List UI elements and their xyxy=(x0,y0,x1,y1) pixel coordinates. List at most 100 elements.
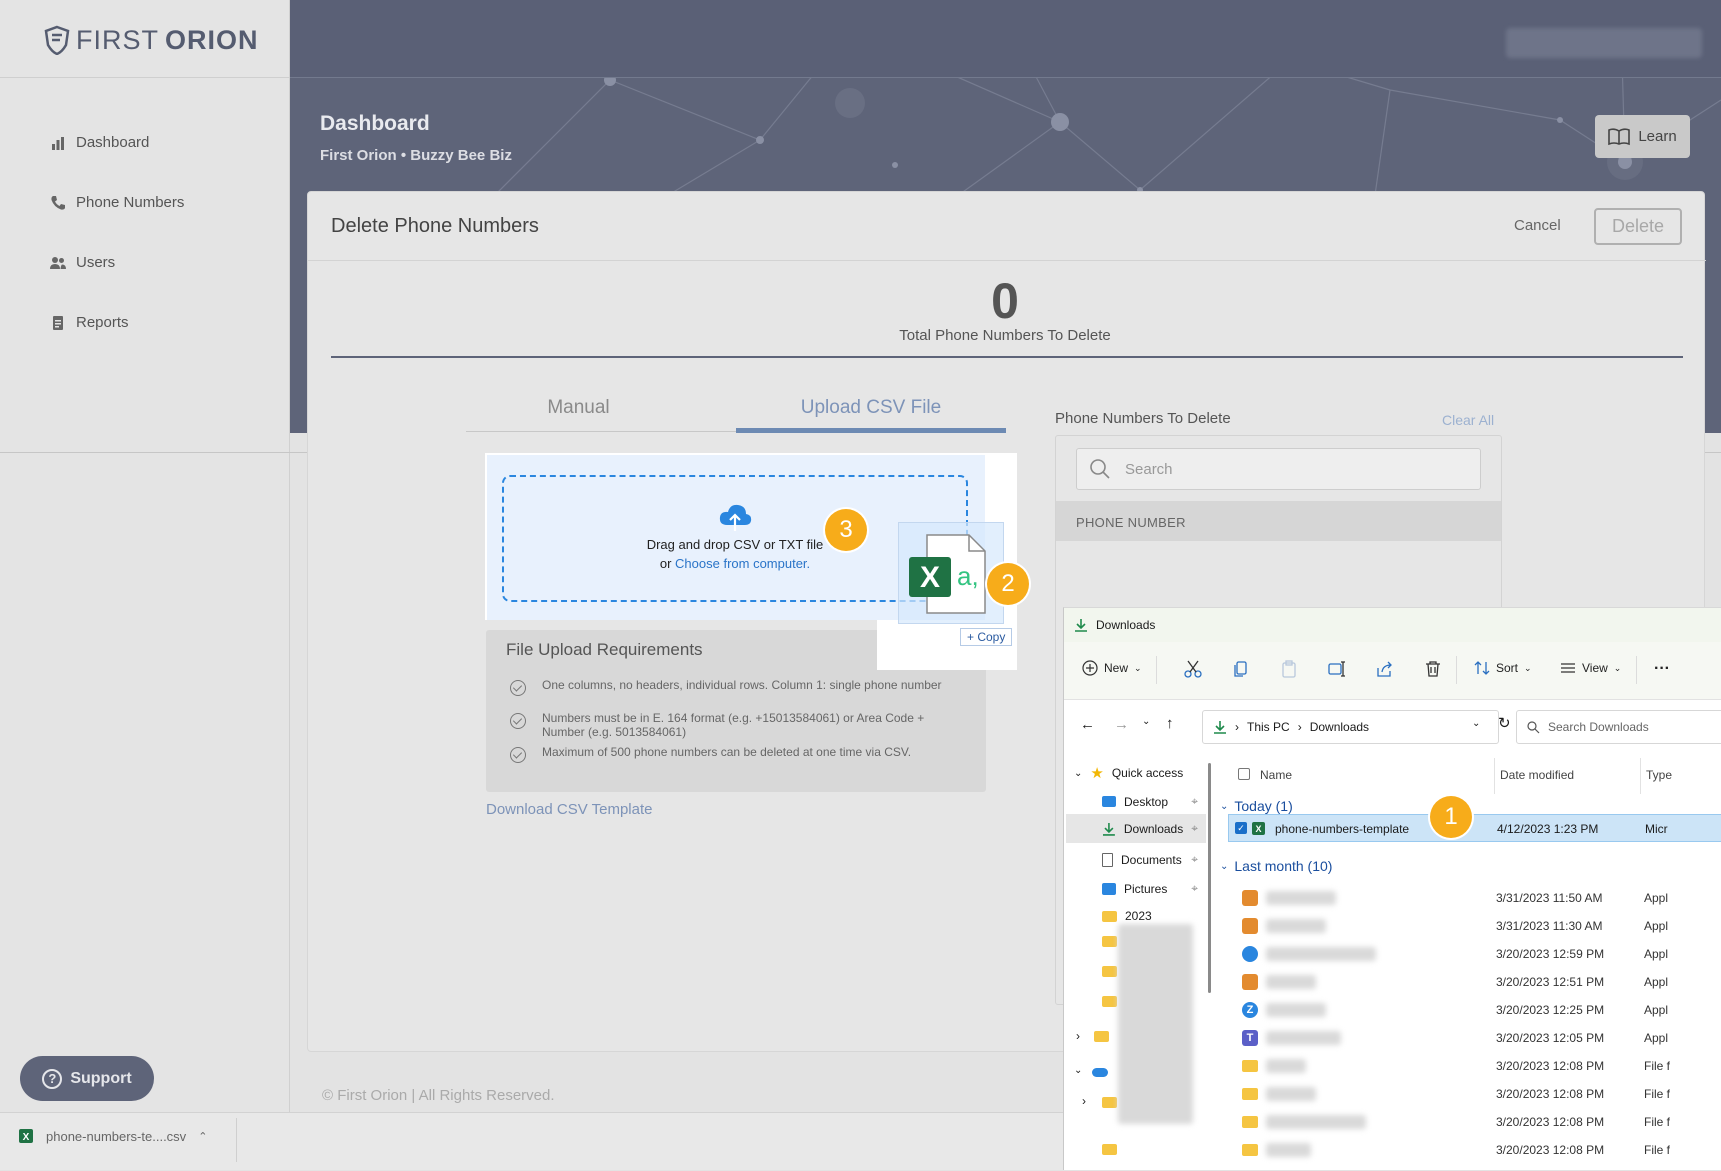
column-header-name[interactable]: Name xyxy=(1260,768,1292,782)
first-orion-logo[interactable]: FIRST ORION xyxy=(44,20,259,60)
paste-icon[interactable] xyxy=(1280,660,1298,678)
new-button[interactable]: New ⌄ xyxy=(1082,660,1142,676)
nav-pictures[interactable]: Pictures ⌖ xyxy=(1102,881,1198,896)
file-row[interactable]: 3/20/2023 12:08 PM File f xyxy=(1214,1136,1721,1164)
file-row[interactable]: 3/20/2023 12:08 PM File f xyxy=(1214,1052,1721,1080)
group-last-month[interactable]: ⌄ Last month (10) xyxy=(1220,858,1332,874)
support-button[interactable]: ? Support xyxy=(20,1056,154,1101)
redacted-filename xyxy=(1266,947,1376,961)
download-filename: phone-numbers-te....csv xyxy=(46,1128,187,1144)
teams-app-icon: T xyxy=(1242,1030,1258,1046)
more-options-button[interactable]: ··· xyxy=(1654,660,1670,678)
top-bar xyxy=(290,0,1721,78)
delete-button[interactable]: Delete xyxy=(1594,208,1682,245)
download-csv-template-link[interactable]: Download CSV Template xyxy=(486,801,652,818)
tab-upload-csv[interactable]: Upload CSV File xyxy=(736,397,1006,419)
folder-icon xyxy=(1242,1088,1258,1100)
search-placeholder: Search Downloads xyxy=(1548,720,1649,734)
choose-from-computer-link[interactable]: Choose from computer. xyxy=(675,556,810,571)
chevron-up-icon[interactable]: ⌃ xyxy=(198,1130,207,1143)
sidebar-item-phone-numbers[interactable]: Phone Numbers xyxy=(50,194,184,211)
address-this-pc[interactable]: This PC xyxy=(1247,720,1290,734)
file-row[interactable]: 3/20/2023 12:08 PM File f xyxy=(1214,1108,1721,1136)
svg-text:X: X xyxy=(1255,824,1261,834)
onedrive-cloud-icon[interactable] xyxy=(1092,1068,1108,1077)
file-row-selected[interactable]: ✓ X phone-numbers-template 4/12/2023 1:2… xyxy=(1228,814,1721,842)
sidebar-item-users[interactable]: Users xyxy=(50,254,115,271)
learn-button[interactable]: Learn xyxy=(1595,115,1690,158)
nav-folder-2023[interactable]: 2023 xyxy=(1102,909,1152,923)
recent-locations-chevron-icon[interactable]: ⌄ xyxy=(1142,716,1150,727)
forward-arrow-icon[interactable]: → xyxy=(1114,716,1129,733)
file-row[interactable]: 3/31/2023 11:30 AM Appl xyxy=(1214,912,1721,940)
file-date: 3/20/2023 12:08 PM xyxy=(1496,1143,1605,1157)
folder-icon[interactable] xyxy=(1102,966,1117,977)
quick-access[interactable]: ⌄ ★ Quick access xyxy=(1074,764,1183,782)
address-bar[interactable]: › This PC › Downloads xyxy=(1202,710,1499,744)
rename-icon[interactable] xyxy=(1328,660,1346,678)
chevron-right-icon[interactable]: › xyxy=(1082,1094,1086,1108)
file-row[interactable]: 3/20/2023 12:59 PM Appl xyxy=(1214,940,1721,968)
file-row[interactable]: 3/20/2023 12:51 PM Appl xyxy=(1214,968,1721,996)
download-item[interactable]: X phone-numbers-te....csv ⌃ xyxy=(18,1128,207,1144)
clear-all-button[interactable]: Clear All xyxy=(1442,412,1494,428)
nav-pane-scrollbar[interactable] xyxy=(1208,763,1211,993)
chevron-down-icon[interactable]: ⌄ xyxy=(1074,1065,1082,1076)
file-date: 3/31/2023 11:30 AM xyxy=(1496,919,1603,933)
pictures-icon xyxy=(1102,882,1116,895)
address-downloads[interactable]: Downloads xyxy=(1310,720,1369,734)
up-arrow-icon[interactable]: ↑ xyxy=(1166,715,1174,732)
file-row[interactable]: 3/31/2023 11:50 AM Appl xyxy=(1214,884,1721,912)
chevron-down-icon[interactable]: ⌄ xyxy=(1074,768,1082,779)
search-downloads-input[interactable]: Search Downloads xyxy=(1516,710,1721,744)
folder-icon[interactable] xyxy=(1102,996,1117,1007)
refresh-icon[interactable]: ↻ xyxy=(1498,714,1511,732)
pin-icon[interactable]: ⌖ xyxy=(1191,821,1198,836)
share-icon[interactable] xyxy=(1376,660,1394,678)
file-row[interactable]: Z 3/20/2023 12:25 PM Appl xyxy=(1214,996,1721,1024)
user-menu-blurred[interactable] xyxy=(1506,28,1702,58)
plus-circle-icon xyxy=(1082,660,1098,676)
chevron-down-icon: ⌄ xyxy=(1220,800,1229,812)
folder-icon xyxy=(1242,1060,1258,1072)
folder-icon[interactable] xyxy=(1102,936,1117,947)
file-row[interactable]: 3/20/2023 12:08 PM File f xyxy=(1214,1080,1721,1108)
pin-icon[interactable]: ⌖ xyxy=(1191,881,1198,896)
folder-icon[interactable] xyxy=(1102,1097,1117,1108)
nav-documents[interactable]: Documents ⌖ xyxy=(1102,852,1198,867)
sidebar-item-dashboard[interactable]: Dashboard xyxy=(50,134,149,151)
learn-label: Learn xyxy=(1638,128,1677,145)
redacted-filename xyxy=(1266,891,1336,905)
file-date: 3/20/2023 12:08 PM xyxy=(1496,1059,1605,1073)
file-type: Micr xyxy=(1645,822,1668,836)
column-header-type[interactable]: Type xyxy=(1646,768,1672,782)
cancel-button[interactable]: Cancel xyxy=(1514,217,1561,234)
back-arrow-icon[interactable]: ← xyxy=(1080,716,1095,733)
tab-manual[interactable]: Manual xyxy=(466,397,691,419)
cut-icon[interactable] xyxy=(1184,660,1202,678)
file-row[interactable]: T 3/20/2023 12:05 PM Appl xyxy=(1214,1024,1721,1052)
view-button[interactable]: View ⌄ xyxy=(1560,660,1621,676)
support-label: Support xyxy=(70,1069,132,1087)
select-all-checkbox[interactable] xyxy=(1238,768,1250,780)
nav-downloads[interactable]: Downloads ⌖ xyxy=(1066,814,1206,843)
chevron-right-icon[interactable]: › xyxy=(1076,1029,1080,1043)
column-header-date-modified[interactable]: Date modified xyxy=(1500,768,1574,782)
address-dropdown-icon[interactable]: ⌄ xyxy=(1472,718,1480,729)
explorer-toolbar: New ⌄ Sort ⌄ View ⌄ ··· xyxy=(1064,642,1721,700)
group-today[interactable]: ⌄ Today (1) xyxy=(1220,798,1293,814)
copy-icon[interactable] xyxy=(1232,660,1250,678)
row-checkbox-checked[interactable]: ✓ xyxy=(1235,822,1247,834)
sidebar-item-reports[interactable]: Reports xyxy=(50,314,129,331)
sidebar-item-label: Reports xyxy=(76,314,129,331)
phone-search-input[interactable]: Search xyxy=(1076,448,1481,490)
nav-desktop[interactable]: Desktop ⌖ xyxy=(1102,794,1198,809)
folder-icon[interactable] xyxy=(1094,1031,1109,1042)
delete-icon[interactable] xyxy=(1424,660,1442,678)
pin-icon[interactable]: ⌖ xyxy=(1191,794,1198,809)
folder-icon[interactable] xyxy=(1102,1144,1117,1155)
file-type: Appl xyxy=(1644,975,1669,989)
sort-button[interactable]: Sort ⌄ xyxy=(1474,660,1532,676)
redacted-filename xyxy=(1266,1115,1366,1129)
pin-icon[interactable]: ⌖ xyxy=(1191,852,1198,867)
